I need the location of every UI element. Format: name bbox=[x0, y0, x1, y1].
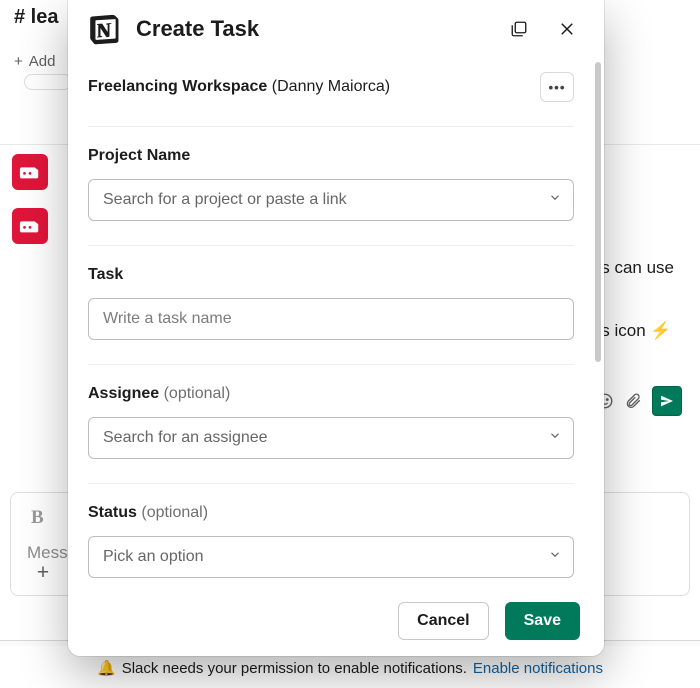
modal-title: Create Task bbox=[136, 16, 488, 42]
field-label: Status (optional) bbox=[88, 504, 574, 522]
assignee-select-placeholder: Search for an assignee bbox=[103, 429, 268, 447]
notion-logo-icon bbox=[88, 12, 122, 46]
assignee-select[interactable]: Search for an assignee bbox=[88, 417, 574, 459]
modal-header: Create Task bbox=[68, 0, 604, 56]
field-label: Assignee (optional) bbox=[88, 385, 574, 403]
workspace-name: Freelancing Workspace bbox=[88, 78, 267, 95]
status-select-placeholder: Pick an option bbox=[103, 548, 204, 566]
field-label-text: Assignee bbox=[88, 385, 159, 402]
workspace-owner: (Danny Maiorca) bbox=[272, 78, 390, 95]
workspace-more-button[interactable]: ••• bbox=[540, 72, 574, 102]
field-assignee: Assignee (optional) Search for an assign… bbox=[88, 365, 574, 484]
close-icon bbox=[558, 20, 576, 38]
optional-tag: (optional) bbox=[164, 385, 231, 402]
modal-overlay: Create Task Freelancing Workspace (Danny… bbox=[0, 0, 700, 688]
field-task: Task bbox=[88, 246, 574, 365]
create-task-modal: Create Task Freelancing Workspace (Danny… bbox=[68, 0, 604, 656]
cancel-button[interactable]: Cancel bbox=[398, 602, 488, 640]
modal-scroll-area[interactable]: Freelancing Workspace (Danny Maiorca) ••… bbox=[68, 56, 594, 586]
scrollbar[interactable] bbox=[595, 62, 601, 362]
field-label: Task bbox=[88, 266, 574, 284]
field-status: Status (optional) Pick an option bbox=[88, 484, 574, 586]
optional-tag: (optional) bbox=[141, 504, 208, 521]
modal-body: Freelancing Workspace (Danny Maiorca) ••… bbox=[68, 56, 604, 586]
field-project-name: Project Name Search for a project or pas… bbox=[88, 127, 574, 246]
open-in-new-icon bbox=[510, 20, 528, 38]
field-label-text: Status bbox=[88, 504, 137, 521]
task-name-input[interactable] bbox=[88, 298, 574, 340]
status-select[interactable]: Pick an option bbox=[88, 536, 574, 578]
save-button[interactable]: Save bbox=[505, 602, 580, 640]
open-in-new-button[interactable] bbox=[502, 12, 536, 46]
project-select-placeholder: Search for a project or paste a link bbox=[103, 191, 347, 209]
modal-footer: Cancel Save bbox=[68, 586, 604, 656]
project-select[interactable]: Search for a project or paste a link bbox=[88, 179, 574, 221]
workspace-label: Freelancing Workspace (Danny Maiorca) bbox=[88, 78, 390, 96]
workspace-row: Freelancing Workspace (Danny Maiorca) ••… bbox=[88, 62, 574, 127]
field-label: Project Name bbox=[88, 147, 574, 165]
close-button[interactable] bbox=[550, 12, 584, 46]
